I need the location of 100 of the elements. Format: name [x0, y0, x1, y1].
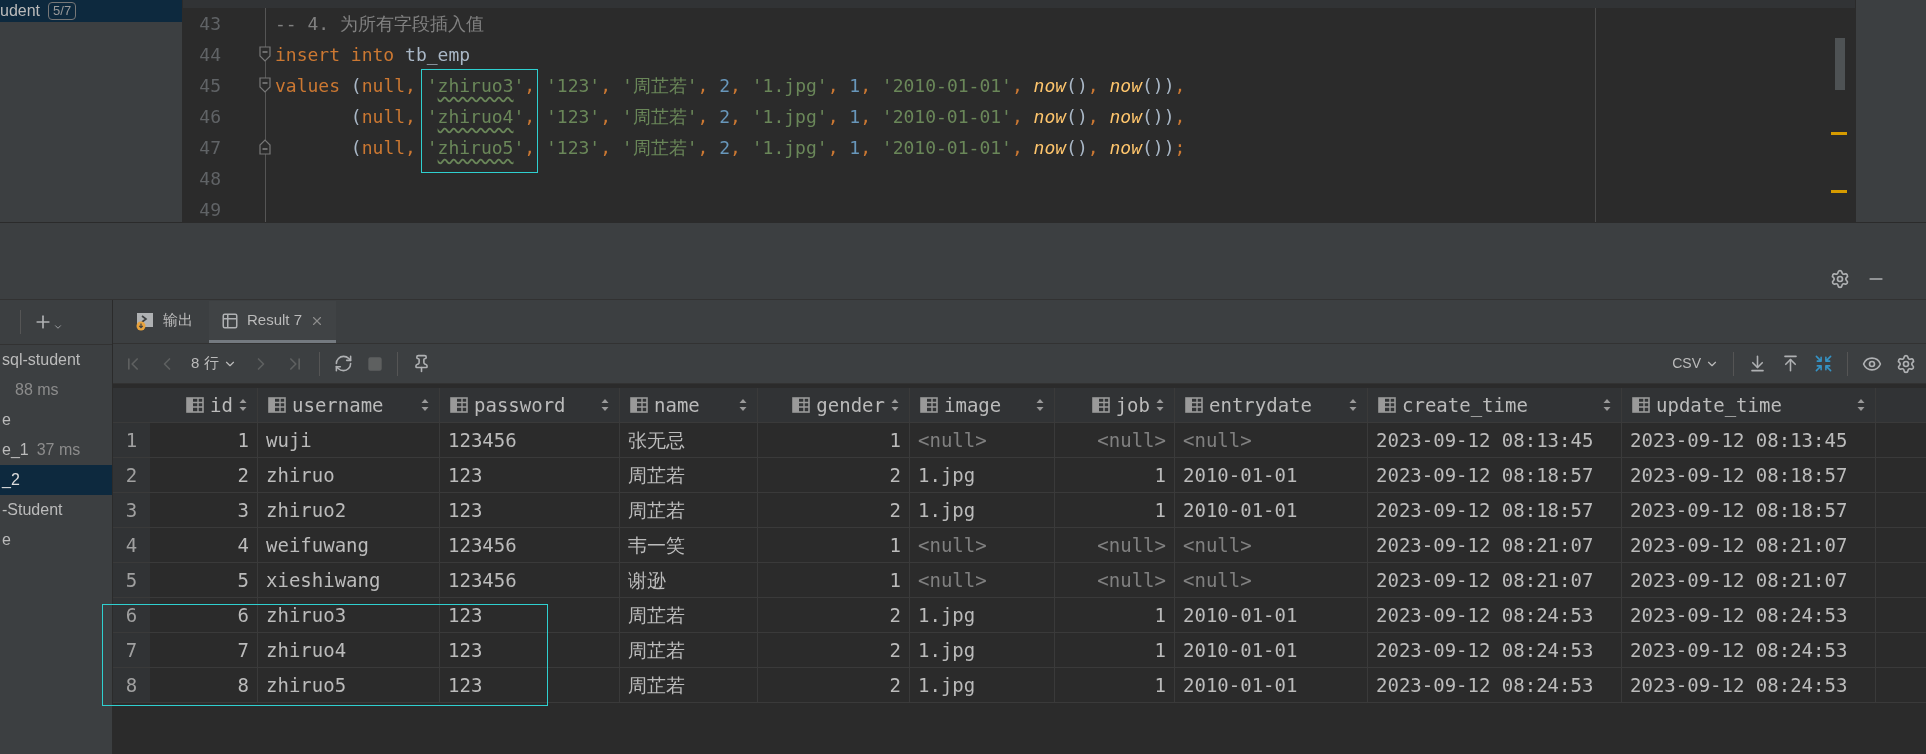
tree-item[interactable]: e_1 37 ms	[0, 435, 112, 465]
table-cell: 1.jpg	[910, 458, 1055, 492]
tree-item[interactable]: e	[0, 405, 112, 435]
sort-icon[interactable]	[1603, 398, 1611, 412]
code-line: insert into tb_emp	[275, 43, 471, 67]
column-table-icon	[920, 397, 938, 413]
table-cell: 2023-09-12 08:18:57	[1368, 458, 1622, 492]
export-format-dropdown[interactable]: CSV	[1672, 353, 1719, 374]
table-cell: 2	[758, 598, 910, 632]
row-number: 8	[113, 668, 150, 702]
code-line: (null, 'zhiruo4', '123', '周芷若', 2, '1.jpg', 1, '2010-01-01', now(), now()),	[349, 105, 1186, 129]
row-number: 3	[113, 493, 150, 527]
tree-item[interactable]: udent 5/7	[0, 0, 182, 22]
table-cell: 周芷若	[620, 493, 758, 527]
line-number: 46	[198, 105, 221, 129]
column-header[interactable]: username	[258, 388, 440, 422]
table-cell: 2023-09-12 08:21:07	[1622, 563, 1876, 597]
table-cell: 2010-01-01	[1175, 633, 1368, 667]
table-cell: <null>	[910, 563, 1055, 597]
row-number: 6	[113, 598, 150, 632]
settings-icon[interactable]	[1896, 353, 1916, 374]
sort-icon[interactable]	[1349, 398, 1357, 412]
tab[interactable]: 输出	[123, 301, 205, 343]
column-header[interactable]: job	[1055, 388, 1175, 422]
sort-icon[interactable]	[1036, 398, 1044, 412]
table-cell: 2023-09-12 08:21:07	[1368, 528, 1622, 562]
sort-icon[interactable]	[601, 398, 609, 412]
fold-marker-icon[interactable]	[259, 77, 271, 93]
page-size-dropdown[interactable]: 8 行	[191, 352, 237, 375]
compare-icon[interactable]	[1814, 354, 1833, 373]
row-number: 5	[113, 563, 150, 597]
table-cell: 周芷若	[620, 633, 758, 667]
warning-marker[interactable]	[1831, 132, 1847, 135]
line-number: 49	[198, 198, 221, 222]
sort-icon[interactable]	[891, 398, 899, 412]
fold-marker-icon[interactable]	[259, 46, 271, 62]
column-header[interactable]: update_time	[1622, 388, 1876, 422]
column-header[interactable]: name	[620, 388, 758, 422]
table-cell: 123456	[440, 528, 620, 562]
table-cell: zhiruo	[258, 458, 440, 492]
table-cell: 123456	[440, 423, 620, 457]
table-cell: weifuwang	[258, 528, 440, 562]
table-cell: 3	[150, 493, 258, 527]
table-cell: 123	[440, 458, 620, 492]
table-cell: 1	[1055, 633, 1175, 667]
refresh-icon[interactable]	[333, 354, 353, 373]
table-cell: 123	[440, 598, 620, 632]
sort-icon[interactable]	[239, 398, 247, 412]
table-cell: 1.jpg	[910, 633, 1055, 667]
tree-item[interactable]: e	[0, 525, 112, 555]
column-header[interactable]: gender	[758, 388, 910, 422]
add-button[interactable]	[33, 312, 63, 332]
table-cell: 1	[150, 423, 258, 457]
sort-icon[interactable]	[421, 398, 429, 412]
line-number: 43	[198, 12, 221, 36]
table-cell: 2023-09-12 08:24:53	[1622, 598, 1876, 632]
column-header[interactable]: create_time	[1368, 388, 1622, 422]
sort-icon[interactable]	[1857, 398, 1865, 412]
table-cell: 2	[150, 458, 258, 492]
table-cell: 2023-09-12 08:24:53	[1368, 598, 1622, 632]
sort-icon[interactable]	[739, 398, 747, 412]
table-cell: 8	[150, 668, 258, 702]
table-cell: 韦一笑	[620, 528, 758, 562]
tree-item[interactable]: _2	[0, 465, 112, 495]
table-icon	[221, 311, 239, 330]
table-cell: 2023-09-12 08:24:53	[1368, 668, 1622, 702]
table-cell: 1	[1055, 668, 1175, 702]
table-cell: zhiruo4	[258, 633, 440, 667]
table-cell: 1	[758, 423, 910, 457]
column-header[interactable]: entrydate	[1175, 388, 1368, 422]
settings-icon[interactable]	[1830, 268, 1850, 289]
fold-marker-icon[interactable]	[259, 139, 271, 155]
table-cell: 2023-09-12 08:21:07	[1368, 563, 1622, 597]
sort-icon[interactable]	[1156, 398, 1164, 412]
column-table-icon	[1378, 397, 1396, 413]
tab[interactable]: Result 7	[209, 301, 337, 343]
column-table-icon	[1091, 397, 1110, 413]
column-table-icon	[186, 397, 205, 413]
tree-item[interactable]: sql-student	[0, 345, 112, 375]
table-cell: 123	[440, 668, 620, 702]
table-cell: 1	[758, 528, 910, 562]
table-cell: 2010-01-01	[1175, 458, 1368, 492]
tree-item[interactable]: -Student	[0, 495, 112, 525]
table-cell: zhiruo3	[258, 598, 440, 632]
table-cell: xieshiwang	[258, 563, 440, 597]
warning-marker[interactable]	[1831, 190, 1847, 193]
column-header[interactable]: password	[440, 388, 620, 422]
line-number: 44	[198, 43, 221, 67]
code-editor[interactable]	[183, 0, 1855, 222]
column-header[interactable]: image	[910, 388, 1055, 422]
column-table-icon	[1632, 397, 1650, 413]
table-cell: <null>	[910, 423, 1055, 457]
caret-icon	[53, 322, 63, 332]
table-cell: <null>	[1175, 423, 1368, 457]
upload-icon[interactable]	[1781, 354, 1800, 373]
column-header[interactable]: id	[150, 388, 258, 422]
scrollbar-thumb[interactable]	[1835, 38, 1845, 90]
duration-label: 37 ms	[36, 440, 81, 460]
download-icon[interactable]	[1748, 354, 1767, 373]
table-cell: <null>	[1055, 563, 1175, 597]
